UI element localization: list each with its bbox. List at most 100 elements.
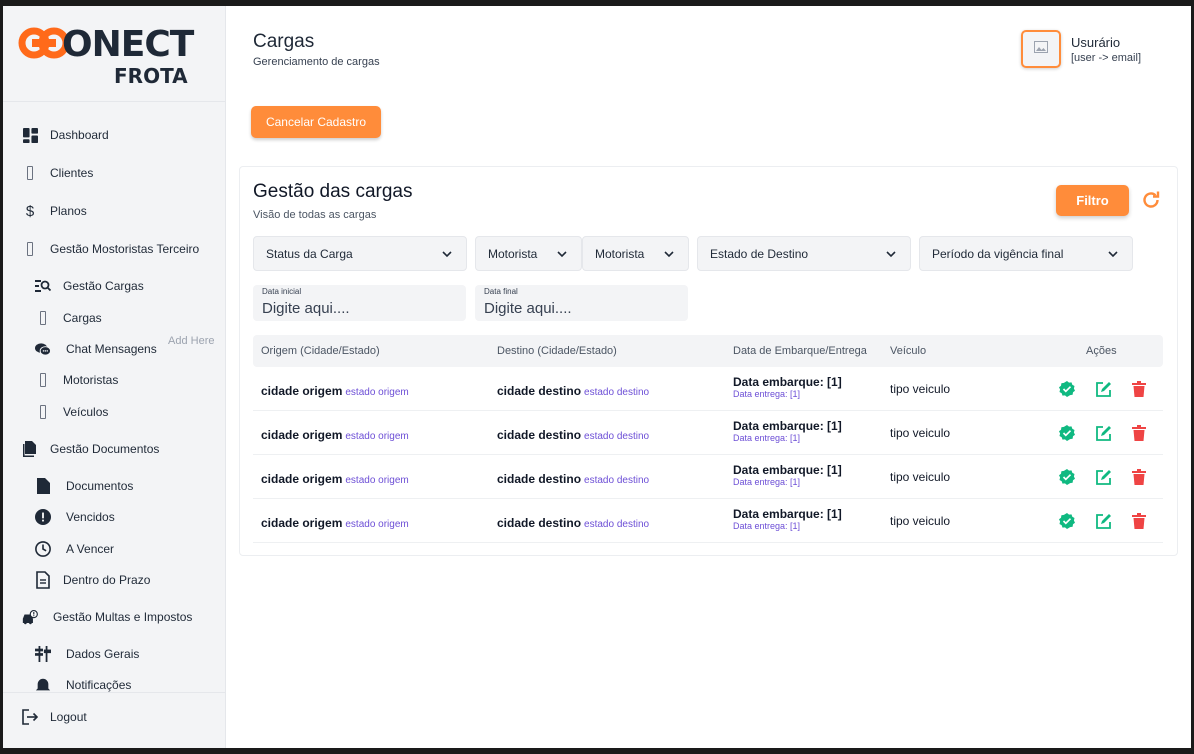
sidebar-item-label: Gestão Documentos <box>50 442 160 456</box>
sidebar-item-a-vencer[interactable]: A Vencer <box>35 541 114 557</box>
edit-icon[interactable] <box>1096 425 1112 441</box>
approve-icon[interactable] <box>1059 425 1075 441</box>
sidebar-item-gestao-multas[interactable]: Gestão Multas e Impostos <box>22 609 192 625</box>
refresh-icon[interactable] <box>1141 190 1161 210</box>
sidebar-item-dashboard[interactable]: Dashboard <box>22 127 109 143</box>
datas-cell: Data embarque: [1] Data entrega: [1] <box>733 463 842 487</box>
table-row: cidade origem estado origem cidade destin… <box>253 499 1163 543</box>
origem-cell: cidade origem estado origem <box>261 382 409 400</box>
signpost-icon <box>35 646 51 662</box>
sidebar-item-dados-gerais[interactable]: Dados Gerais <box>35 646 139 662</box>
sidebar-item-vencidos[interactable]: Vencidos <box>35 509 115 525</box>
sidebar-item-documentos[interactable]: Documentos <box>35 478 133 494</box>
estado-destino: estado destino <box>584 475 650 486</box>
sidebar-item-label: Dados Gerais <box>66 647 140 661</box>
table-row: cidade origem estado origem cidade destin… <box>253 367 1163 411</box>
estado-destino: estado destino <box>584 431 650 442</box>
sidebar-item-label: Documentos <box>66 479 134 493</box>
veiculo-cell: tipo veiculo <box>890 470 951 484</box>
sidebar-item-notificacoes[interactable]: Notificações <box>35 677 131 692</box>
data-final-input[interactable] <box>484 298 679 318</box>
delete-icon[interactable] <box>1132 425 1148 441</box>
sidebar-item-clientes[interactable]: Clientes <box>22 165 93 181</box>
documents-icon <box>22 441 38 457</box>
approve-icon[interactable] <box>1059 469 1075 485</box>
filter-button[interactable]: Filtro <box>1056 185 1129 216</box>
cancel-registration-button[interactable]: Cancelar Cadastro <box>251 106 381 138</box>
table-row: cidade origem estado origem cidade destin… <box>253 411 1163 455</box>
clock-icon <box>35 541 51 557</box>
sidebar-item-label: Notificações <box>66 678 132 692</box>
datas-cell: Data embarque: [1] Data entrega: [1] <box>733 507 842 531</box>
destino-cell: cidade destino estado destino <box>497 514 649 532</box>
approve-icon[interactable] <box>1059 381 1075 397</box>
image-placeholder-icon <box>1034 40 1048 58</box>
motorista-select-1[interactable]: Motorista <box>475 236 582 271</box>
sidebar-item-veiculos[interactable]: Veículos <box>35 404 108 420</box>
veiculo-cell: tipo veiculo <box>890 426 951 440</box>
sidebar-item-gestao-motoristas[interactable]: Gestão Mostoristas Terceiro <box>22 241 199 257</box>
cidade-destino: cidade destino <box>497 516 582 530</box>
bell-icon <box>35 677 51 692</box>
status-select-value: Status da Carga <box>266 246 353 261</box>
data-entrega: Data entrega: [1] <box>733 477 801 487</box>
logout-button[interactable]: Logout <box>22 709 87 725</box>
placeholder-icon <box>35 372 51 388</box>
sidebar-item-label: Gestão Cargas <box>63 279 144 293</box>
chevron-down-icon <box>557 251 567 258</box>
col-origem: Origem (Cidade/Estado) <box>261 345 380 357</box>
avatar[interactable] <box>1021 30 1061 68</box>
col-acoes: Ações <box>1086 345 1117 357</box>
logout-area: Logout <box>3 692 226 748</box>
motorista-select-2[interactable]: Motorista <box>582 236 689 271</box>
cidade-destino: cidade destino <box>497 428 582 442</box>
cidade-origem: cidade origem <box>261 472 343 486</box>
alert-icon <box>35 509 51 525</box>
sidebar-item-label: Gestão Mostoristas Terceiro <box>50 242 200 256</box>
file-text-icon <box>35 571 51 589</box>
chevron-down-icon <box>664 251 674 258</box>
sidebar-item-label: Vencidos <box>66 510 115 524</box>
col-destino: Destino (Cidade/Estado) <box>497 345 617 357</box>
data-embarque: Data embarque: [1] <box>733 375 842 389</box>
card-title: Gestão das cargas <box>253 181 413 202</box>
sidebar-item-gestao-documentos[interactable]: Gestão Documentos <box>22 441 159 457</box>
sidebar-item-planos[interactable]: $ Planos <box>22 203 87 220</box>
delete-icon[interactable] <box>1132 513 1148 529</box>
data-entrega: Data entrega: [1] <box>733 389 801 399</box>
delete-icon[interactable] <box>1132 381 1148 397</box>
delete-icon[interactable] <box>1132 469 1148 485</box>
placeholder-icon <box>22 241 38 257</box>
sidebar-item-dentro-do-prazo[interactable]: Dentro do Prazo <box>35 571 150 589</box>
approve-icon[interactable] <box>1059 513 1075 529</box>
cidade-origem: cidade origem <box>261 516 343 530</box>
sidebar-item-gestao-cargas[interactable]: Gestão Cargas <box>35 278 144 294</box>
edit-icon[interactable] <box>1096 381 1112 397</box>
destino-cell: cidade destino estado destino <box>497 382 649 400</box>
origem-cell: cidade origem estado origem <box>261 426 409 444</box>
status-select[interactable]: Status da Carga <box>253 236 467 271</box>
data-final-label: Data final <box>484 287 518 296</box>
periodo-select-value: Período da vigência final <box>932 246 1064 261</box>
datas-cell: Data embarque: [1] Data entrega: [1] <box>733 419 842 443</box>
card-subtitle: Visão de todas as cargas <box>253 209 377 221</box>
sidebar-item-cargas[interactable]: Cargas <box>35 310 102 326</box>
sidebar-item-chat[interactable]: Chat Mensagens <box>35 341 157 357</box>
app-window: ONECT FROTA Dashboard Clientes $ Planos … <box>3 6 1191 748</box>
sidebar-item-motoristas[interactable]: Motoristas <box>35 372 118 388</box>
sidebar-item-label: Chat Mensagens <box>66 342 157 356</box>
data-inicial-field: Data inicial <box>253 285 466 321</box>
periodo-select[interactable]: Período da vigência final <box>919 236 1133 271</box>
origem-cell: cidade origem estado origem <box>261 470 409 488</box>
user-name: Usurário <box>1071 35 1121 50</box>
document-icon <box>35 478 51 494</box>
estado-destino-select[interactable]: Estado de Destino <box>697 236 911 271</box>
sidebar-nav: Dashboard Clientes $ Planos Gestão Mosto… <box>3 102 225 692</box>
edit-icon[interactable] <box>1096 469 1112 485</box>
edit-icon[interactable] <box>1096 513 1112 529</box>
veiculo-cell: tipo veiculo <box>890 514 951 528</box>
chevron-down-icon <box>1108 251 1118 258</box>
estado-origem: estado origem <box>345 431 409 442</box>
data-inicial-input[interactable] <box>262 298 457 318</box>
sidebar-item-label: Motoristas <box>63 373 119 387</box>
